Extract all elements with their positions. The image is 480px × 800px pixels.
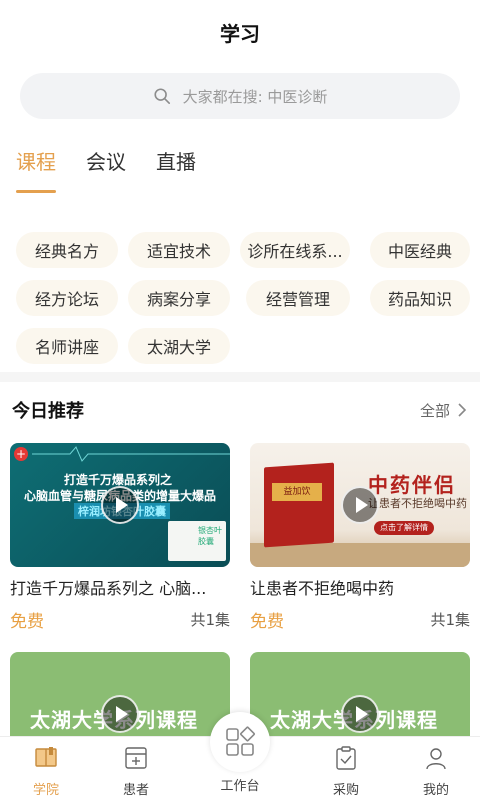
patient-icon [125,747,147,769]
tab-courses[interactable]: 课程 [16,146,56,193]
view-all-label: 全部 [419,401,450,420]
chip-tcm-classics[interactable]: 中医经典 [370,232,470,268]
course-meta: 免费 共1集 [250,607,470,632]
search-icon [154,88,170,105]
course-price: 免费 [10,612,44,632]
course-title: 打造千万爆品系列之 心脑... [10,579,207,598]
episode-count: 共1集 [190,611,230,629]
view-all-link[interactable]: 全部 [420,400,468,421]
thumb-cta: 点击了解详情 [374,521,434,535]
search-bar[interactable]: 大家都在搜: 中医诊断 [20,73,460,119]
play-icon[interactable] [341,486,379,524]
chip-master-lectures[interactable]: 名师讲座 [16,328,118,364]
ecg-line-graphic [32,446,230,462]
nav-label: 学院 [32,783,59,798]
play-icon[interactable] [341,695,379,733]
product-name: 银杏叶胶囊 [198,526,222,546]
recommend-header: 今日推荐 全部 [12,396,468,424]
nav-label: 患者 [122,783,149,798]
thumb-heading: 中药伴侣 [368,473,456,497]
chip-taihu-university[interactable]: 太湖大学 [128,328,230,364]
chip-classic-formulas[interactable]: 经典名方 [16,232,118,268]
profile-icon [426,748,446,770]
section-divider [0,372,480,382]
product-brand: 益加饮 [272,483,322,501]
product-box-image [264,462,334,548]
purchase-icon [336,746,356,770]
tab-bar: 课程 会议 直播 [16,146,226,193]
course-price: 免费 [250,612,284,632]
chip-appropriate-techniques[interactable]: 适宜技术 [128,232,230,268]
search-placeholder: 大家都在搜: 中医诊断 [182,87,328,106]
chip-formula-forum[interactable]: 经方论坛 [16,280,118,316]
workbench-button[interactable] [210,712,270,772]
section-title: 今日推荐 [12,401,84,422]
course-title: 让患者不拒绝喝中药 [250,579,395,598]
nav-purchase[interactable]: 采购 [306,745,386,800]
nav-label: 我的 [422,783,449,798]
nav-academy[interactable]: 学院 [6,745,86,800]
chip-business-management[interactable]: 经营管理 [246,280,350,316]
nav-patients[interactable]: 患者 [96,745,176,800]
book-icon [35,747,57,767]
play-icon[interactable] [101,695,139,733]
workbench-icon [226,726,255,756]
nav-label: 工作台 [220,779,260,794]
tab-meetings[interactable]: 会议 [86,146,126,192]
chevron-right-icon [458,403,467,417]
tab-live[interactable]: 直播 [156,146,196,192]
page-header: 学习 [0,0,480,64]
course-meta: 免费 共1集 [10,607,230,632]
thumb-subtitle: 让患者不拒绝喝中药 [368,497,467,510]
course-thumbnail: 益加饮 中药伴侣 让患者不拒绝喝中药 点击了解详情 [250,443,470,567]
chip-case-sharing[interactable]: 病案分享 [128,280,230,316]
course-thumbnail: + 打造千万爆品系列之 心脑血管与糖尿病品类的增量大爆品 梓润坊银杏叶胶囊 银杏… [10,443,230,567]
course-card[interactable]: + 打造千万爆品系列之 心脑血管与糖尿病品类的增量大爆品 梓润坊银杏叶胶囊 银杏… [10,443,230,632]
table-surface [250,543,470,567]
page-title: 学习 [220,21,260,46]
course-card[interactable]: 益加饮 中药伴侣 让患者不拒绝喝中药 点击了解详情 让患者不拒绝喝中药 免费 共… [250,443,470,632]
episode-count: 共1集 [430,611,470,629]
nav-label: 采购 [332,783,359,798]
chip-drug-knowledge[interactable]: 药品知识 [370,280,470,316]
play-icon[interactable] [101,486,139,524]
nav-profile[interactable]: 我的 [396,745,476,800]
chip-clinic-online-system[interactable]: 诊所在线系... [240,232,350,268]
medical-cross-icon: + [14,447,28,461]
